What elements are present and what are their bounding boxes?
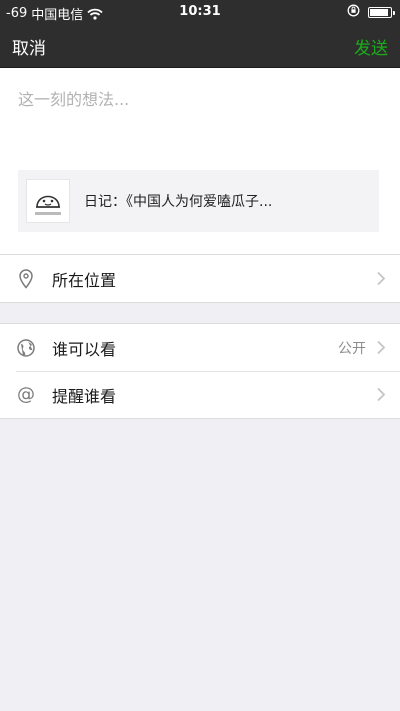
location-row[interactable]: 所在位置 xyxy=(0,255,400,302)
chevron-right-icon xyxy=(377,271,386,286)
status-bar: -69 中国电信 10:31 xyxy=(0,0,400,24)
status-time: 10:31 xyxy=(179,4,221,19)
location-label: 所在位置 xyxy=(52,270,117,290)
rotation-lock-icon xyxy=(347,4,360,21)
shared-link-card[interactable]: 日记：《中国人为何爱嗑瓜子... xyxy=(18,170,379,232)
thought-input[interactable] xyxy=(18,86,382,166)
share-thumbnail xyxy=(26,179,70,223)
battery-fill xyxy=(370,9,388,16)
globe-icon xyxy=(16,338,36,358)
chevron-right-icon xyxy=(377,387,386,402)
location-pin-icon xyxy=(16,268,36,289)
mention-label: 提醒谁看 xyxy=(52,386,117,406)
visibility-row[interactable]: 谁可以看 公开 xyxy=(0,324,400,371)
mention-row[interactable]: @ 提醒谁看 xyxy=(0,371,400,418)
visibility-label: 谁可以看 xyxy=(52,339,117,359)
privacy-section: 谁可以看 公开 @ 提醒谁看 xyxy=(0,323,400,419)
at-icon: @ xyxy=(17,383,35,405)
smiley-logo-icon xyxy=(35,195,61,215)
location-section: 所在位置 xyxy=(0,254,400,303)
share-title: 日记：《中国人为何爱嗑瓜子... xyxy=(84,194,273,210)
chevron-right-icon xyxy=(377,340,386,355)
composer: 日记：《中国人为何爱嗑瓜子... xyxy=(0,68,400,254)
cancel-button[interactable]: 取消 xyxy=(12,34,46,59)
nav-bar: 取消 发送 xyxy=(0,24,400,68)
send-button[interactable]: 发送 xyxy=(354,34,388,59)
battery-icon xyxy=(368,7,395,18)
visibility-value: 公开 xyxy=(338,340,366,357)
status-right xyxy=(347,4,395,21)
